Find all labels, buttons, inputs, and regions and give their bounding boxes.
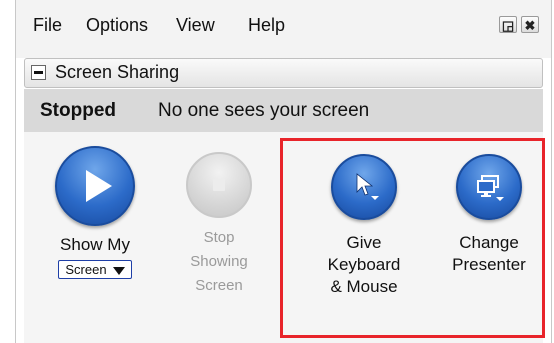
screen-select[interactable]: Screen (58, 260, 132, 279)
menu-file[interactable]: File (33, 15, 62, 36)
screen-select-value: Screen (65, 262, 107, 277)
menu-help[interactable]: Help (248, 15, 285, 36)
stop-icon (213, 179, 225, 191)
stop-button (186, 152, 252, 218)
stop-label-line2: Showing (190, 253, 248, 270)
status-state: Stopped (40, 100, 116, 121)
menu-bar: File Options View Help ◲ ✖ (16, 0, 551, 58)
show-my-label: Show My (60, 235, 130, 254)
stop-showing-action: Stop Showing Screen (174, 152, 264, 298)
menu-options[interactable]: Options (86, 15, 148, 36)
show-screen-button[interactable] (55, 146, 135, 226)
stop-label-line1: Stop (203, 229, 235, 246)
section-title: Screen Sharing (55, 62, 180, 82)
stop-label-line3: Screen (195, 277, 243, 294)
show-my-screen-action[interactable]: Show My Screen (40, 146, 150, 279)
section-header[interactable]: Screen Sharing (24, 58, 543, 88)
collapse-icon[interactable] (31, 65, 46, 80)
highlight-box (280, 138, 545, 338)
status-message: No one sees your screen (158, 100, 370, 121)
status-bar: Stopped No one sees your screen (24, 89, 543, 132)
close-icon[interactable]: ✖ (521, 16, 539, 33)
play-icon (86, 170, 112, 202)
menu-view[interactable]: View (176, 15, 215, 36)
chevron-down-icon (112, 266, 125, 275)
restore-icon[interactable]: ◲ (499, 16, 517, 33)
